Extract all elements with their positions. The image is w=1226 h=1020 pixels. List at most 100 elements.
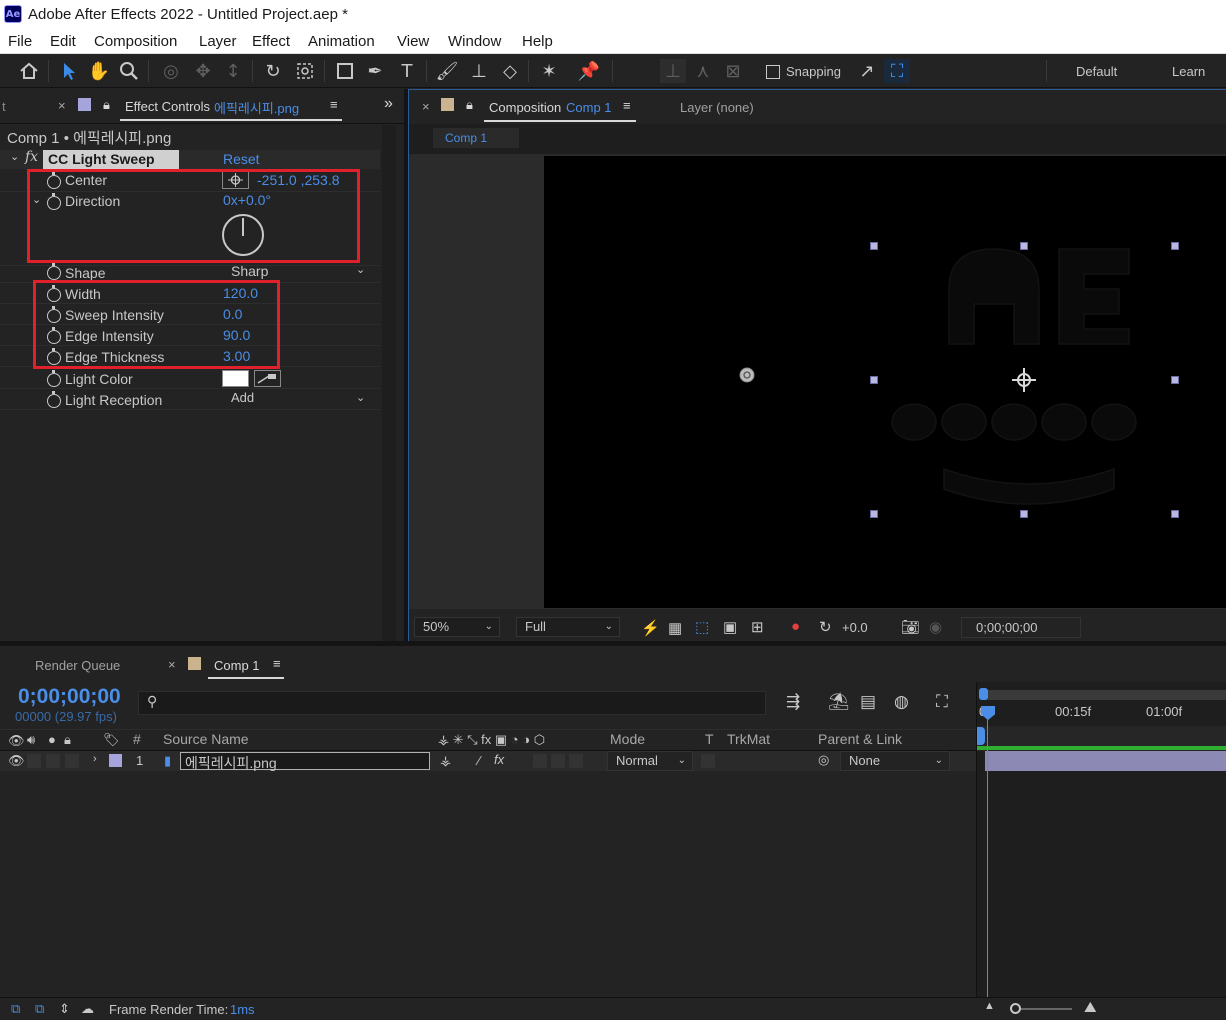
transform-handle[interactable] [870,510,878,518]
solo-toggle[interactable] [46,754,60,768]
draft-3d-icon[interactable]: ⛱ [828,692,850,712]
stopwatch-icon[interactable] [47,391,61,408]
solo-icon[interactable]: ● [48,732,56,747]
tab-comp-name[interactable]: Comp 1 [566,100,612,115]
fx-switch-icon[interactable]: fx [494,752,504,767]
in-out-toggle-icon[interactable]: ⇕ [59,1001,70,1017]
transform-handle[interactable] [1171,242,1179,250]
work-area-bar[interactable] [982,690,1226,700]
workspace-learn[interactable]: Learn [1172,64,1205,79]
snapshot-icon[interactable]: 📷︎ [901,618,920,636]
color-swatch[interactable] [222,370,249,387]
layer-label-color[interactable] [109,754,122,767]
menu-animation[interactable]: Animation [308,33,375,50]
layer-duration-bar[interactable] [985,751,1226,771]
zoom-in-icon[interactable]: ⛰ [1084,999,1097,1016]
transform-handle[interactable] [1171,376,1179,384]
menu-composition[interactable]: Composition [94,33,177,50]
resolution-dropdown[interactable]: Full ⌄ [516,617,620,637]
motion-blur-icon[interactable]: ◍ [894,692,909,712]
snap-edges-icon[interactable]: ↗ [854,59,880,83]
world-axis-icon[interactable]: ⋏ [690,59,716,83]
menu-file[interactable]: File [8,33,32,50]
transfer-controls-toggle-icon[interactable]: ⧉ [35,1001,44,1017]
viewer-area[interactable] [409,154,1226,609]
zoom-slider-thumb[interactable] [1010,1003,1021,1014]
show-snapshot-icon[interactable]: ◉ [929,618,942,636]
snapping-checkbox[interactable] [766,65,780,79]
effect-controls-scrollbar[interactable] [382,125,396,641]
comp-canvas[interactable] [544,156,1226,608]
overflow-chevron-icon[interactable]: » [384,95,393,113]
clone-stamp-icon[interactable]: ⊥ [466,59,492,83]
effect-center-point-icon[interactable] [738,366,756,384]
orbit-camera-icon[interactable]: ◎ [158,59,184,83]
eye-icon[interactable]: 👁︎ [8,753,25,769]
local-axis-icon[interactable]: ⊥ [660,59,686,83]
anchor-point-icon[interactable] [1012,368,1036,392]
chevron-down-icon[interactable]: ⌄ [356,391,365,404]
column-source-name[interactable]: Source Name [163,731,249,747]
pan-behind-icon[interactable] [292,59,318,83]
zoom-dropdown[interactable]: 50% ⌄ [414,617,500,637]
switch-box[interactable] [569,754,583,768]
brush-tool-icon[interactable]: 🖌 [434,59,460,83]
menu-window[interactable]: Window [448,33,501,50]
pickwhip-icon[interactable]: ◎ [818,752,829,768]
preserve-transparency-toggle[interactable] [701,754,715,768]
collapse-chevron-icon[interactable]: ⌄ [10,150,19,163]
grid-guides-icon[interactable]: ⊞ [751,618,764,636]
render-time-toggle-icon[interactable]: ☁ [81,1001,94,1017]
switch-box[interactable] [551,754,565,768]
dolly-camera-icon[interactable]: ↕ [220,59,246,83]
close-icon[interactable]: × [422,99,430,114]
exposure-value[interactable]: +0.0 [842,620,868,635]
tab-composition[interactable]: Composition [489,100,561,115]
transform-handle[interactable] [1171,510,1179,518]
graph-editor-icon[interactable]: ⛶ [936,692,948,712]
timeline-timecode[interactable]: 0;00;00;00 [18,685,121,709]
quality-icon[interactable]: ⁄ [478,753,480,768]
shy-icon[interactable]: ⚶ [440,753,451,769]
menu-edit[interactable]: Edit [50,33,76,50]
menu-effect[interactable]: Effect [252,33,290,50]
hand-tool-icon[interactable]: ✋ [86,59,112,83]
reset-exposure-icon[interactable]: ↻ [819,618,832,636]
fx-icon[interactable]: fx [25,149,38,165]
layer-switches-toggle-icon[interactable]: ⧉ [11,1001,20,1017]
view-axis-icon[interactable]: ⊠ [720,59,746,83]
mode-dropdown[interactable]: Normal ⌄ [607,751,693,771]
zoom-tool-icon[interactable] [116,59,142,83]
menu-view[interactable]: View [397,33,429,50]
timecode-field[interactable]: 0;00;00;00 [961,617,1081,638]
switch-box[interactable] [533,754,547,768]
roto-brush-icon[interactable]: ✶ [536,59,562,83]
workspace-default[interactable]: Default [1076,64,1117,79]
tab-render-queue[interactable]: Render Queue [35,658,120,673]
composition-mini-flowchart-icon[interactable]: ⇶ [786,692,800,712]
light-reception-dropdown[interactable]: Add [223,389,375,409]
audio-toggle[interactable] [27,754,41,768]
stopwatch-icon[interactable] [47,263,61,280]
mask-visibility-icon[interactable]: ⬚ [695,618,709,636]
eye-icon[interactable]: 👁︎ [8,733,25,749]
menu-layer[interactable]: Layer [199,33,237,50]
playhead-line[interactable] [987,718,988,997]
puppet-pin-icon[interactable]: 📌 [576,59,602,83]
frame-blending-icon[interactable]: ▤ [860,692,876,712]
lock-icon[interactable]: 🔒︎ [103,97,110,113]
pan-camera-icon[interactable]: ✥ [190,59,216,83]
eyedropper-icon[interactable] [254,370,281,387]
transform-handle[interactable] [1020,510,1028,518]
comp-subtab[interactable]: Comp 1 [433,128,519,148]
transform-handle[interactable] [870,242,878,250]
rectangle-tool-icon[interactable] [332,59,358,83]
timeline-graph-area[interactable]: 0f 00:15f 01:00f [976,682,1226,997]
selection-tool-icon[interactable] [56,59,82,83]
tab-effect-controls[interactable]: Effect Controls [125,99,210,114]
snap-features-icon[interactable]: ⛶ [884,59,910,83]
transparency-grid-icon[interactable]: ▦ [668,619,682,637]
lock-icon[interactable]: 🔒︎ [466,97,473,113]
label-tag-icon[interactable]: 🏷︎ [103,732,120,748]
close-icon[interactable]: × [168,657,176,672]
